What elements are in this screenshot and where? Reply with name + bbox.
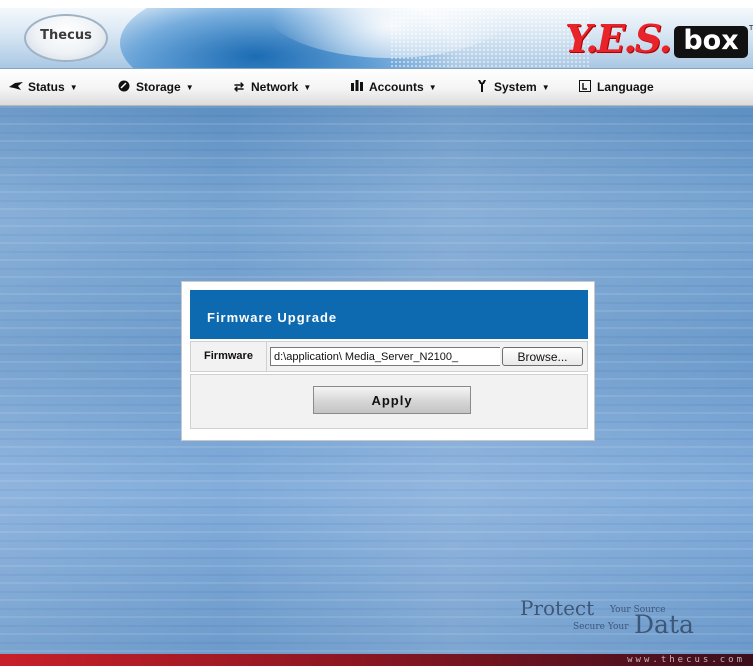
slogan-data: Data [634,610,694,639]
chevron-down-icon: ▼ [303,82,312,92]
menu-language[interactable]: Language [578,69,654,105]
brand-trademark: TM [749,24,753,32]
apply-row: Apply [190,374,588,429]
status-icon [9,80,23,94]
chevron-down-icon: ▼ [185,82,194,92]
firmware-label: Firmware [191,342,267,371]
dialog-title: Firmware Upgrade [190,290,588,339]
slogan-protect: Protect [520,596,595,620]
browse-button[interactable]: Browse... [502,347,583,366]
menu-status-label: Status [28,80,65,94]
footer-url: www.thecus.com [627,655,745,665]
page: Thecus Y.E.S. box TM Status ▼ Storage ▼ … [0,0,753,666]
chevron-down-icon: ▼ [428,82,437,92]
system-icon [475,79,489,95]
header-dot-pattern [390,8,590,68]
menu-bar: Status ▼ Storage ▼ ⇄ Network ▼ Accounts … [0,69,753,106]
slogan-secure-your: Secure Your [573,622,629,632]
chevron-down-icon: ▼ [69,82,78,92]
menu-network[interactable]: ⇄ Network ▼ [232,69,311,105]
language-icon [578,79,592,95]
logo-text: Thecus [40,28,92,43]
thecus-logo: Thecus [24,14,108,62]
brand-yes-text: Y.E.S. [565,16,672,61]
menu-storage-label: Storage [136,80,181,94]
firmware-file-input[interactable] [270,347,500,366]
menu-system-label: System [494,80,537,94]
accounts-icon [350,80,364,94]
menu-status[interactable]: Status ▼ [9,69,78,105]
network-icon: ⇄ [233,80,245,94]
chevron-down-icon: ▼ [541,82,550,92]
menu-storage[interactable]: Storage ▼ [117,69,194,105]
brand-box-text: box [674,26,748,58]
menu-accounts[interactable]: Accounts ▼ [350,69,437,105]
footer-bar: www.thecus.com [0,654,753,666]
header-banner: Thecus Y.E.S. box TM [0,8,753,69]
firmware-row: Firmware Browse... [190,341,588,372]
slogan: Protect Your Source Secure Your Data [520,596,720,644]
menu-language-label: Language [597,80,654,94]
storage-icon [117,80,131,95]
top-strip [0,0,753,8]
menu-network-label: Network [251,80,299,94]
apply-button[interactable]: Apply [313,386,471,414]
menu-system[interactable]: System ▼ [475,69,550,105]
menu-accounts-label: Accounts [369,80,424,94]
firmware-upgrade-dialog: Firmware Upgrade Firmware Browse... Appl… [181,281,595,441]
